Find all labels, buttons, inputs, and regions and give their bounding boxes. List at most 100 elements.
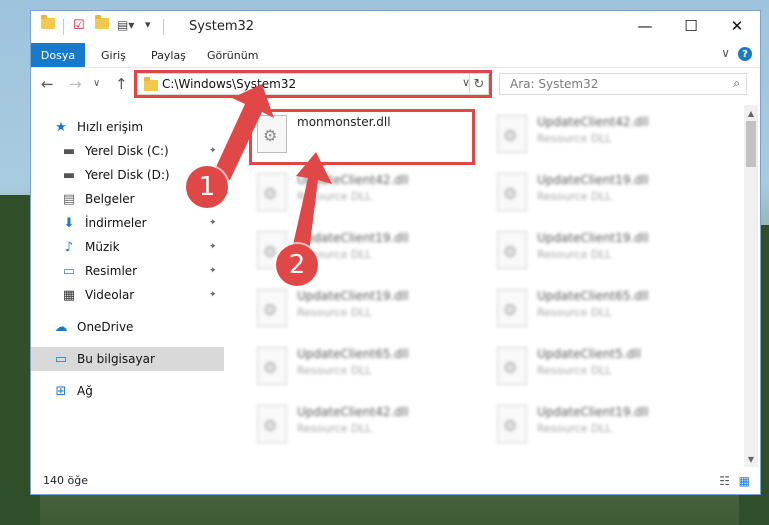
sidebar-item-label: Yerel Disk (C:): [85, 144, 169, 158]
pin-icon[interactable]: ✦: [209, 242, 217, 252]
file-item[interactable]: UpdateClient65.dll Resource DLL: [249, 341, 479, 393]
navigation-pane: ★ Hızlı erişim ▬ Yerel Disk (C:) ✦ ▬ Yerel Dis…: [31, 105, 224, 467]
quick-access-folder-icon[interactable]: [41, 15, 55, 29]
scroll-thumb[interactable]: [746, 121, 756, 167]
toolbar-divider: [63, 19, 64, 35]
file-item[interactable]: UpdateClient19.dll Resource DLL: [489, 167, 719, 219]
step2-badge: 2: [276, 244, 318, 286]
file-type: Resource DLL: [297, 306, 372, 319]
dll-file-icon: [497, 231, 527, 269]
sidebar-item[interactable]: ⬇ İndirmeler ✦: [31, 211, 224, 235]
drive-icon: ▬: [62, 143, 76, 159]
file-name: UpdateClient19.dll: [297, 231, 409, 245]
expand-ribbon-icon[interactable]: ∨: [721, 46, 730, 60]
sidebar-item[interactable]: ▦ Videolar ✦: [31, 283, 224, 307]
search-box[interactable]: Ara: System32 ⌕: [499, 73, 747, 95]
tab-home[interactable]: Giriş: [101, 49, 126, 62]
file-name: UpdateClient65.dll: [297, 347, 409, 361]
sidebar-item[interactable]: ▬ Yerel Disk (C:) ✦: [31, 139, 224, 163]
details-view-icon[interactable]: ☷: [719, 474, 730, 488]
sidebar-item-label: Resimler: [85, 264, 138, 278]
video-icon: ▦: [62, 287, 76, 303]
sidebar-item[interactable]: ♪ Müzik ✦: [31, 235, 224, 259]
tab-file[interactable]: Dosya: [31, 43, 85, 67]
documents-icon: ▤: [62, 191, 76, 207]
properties-icon[interactable]: ☑: [73, 18, 85, 33]
navigation-bar: ← → ∨ ↑ C:\Windows\System32 ∨ ↻ Ara: Sys…: [31, 68, 760, 100]
forward-button[interactable]: →: [69, 75, 82, 93]
close-button[interactable]: ✕: [714, 11, 760, 41]
download-icon: ⬇: [63, 215, 75, 231]
sidebar-item-label: Belgeler: [85, 192, 135, 206]
dll-file-icon: [257, 347, 287, 385]
file-type: Resource DLL: [537, 306, 612, 319]
search-placeholder: Ara: System32: [510, 77, 599, 91]
ribbon-tabs: Dosya Giriş Paylaş Görünüm ∨ ?: [31, 43, 760, 68]
pin-icon[interactable]: ✦: [209, 146, 217, 156]
cloud-icon: ☁: [54, 319, 68, 335]
file-item[interactable]: UpdateClient42.dll Resource DLL: [489, 109, 719, 161]
dll-file-icon: [257, 289, 287, 327]
pin-icon[interactable]: ✦: [209, 266, 217, 276]
sidebar-item-label: Videolar: [85, 288, 135, 302]
file-name: UpdateClient19.dll: [537, 405, 649, 419]
file-item[interactable]: UpdateClient19.dll Resource DLL: [249, 283, 479, 335]
search-icon[interactable]: ⌕: [733, 76, 740, 91]
file-item[interactable]: UpdateClient5.dll Resource DLL: [489, 341, 719, 393]
sidebar-item[interactable]: ⊞ Ağ: [31, 379, 224, 403]
recent-locations-button[interactable]: ∨: [93, 78, 100, 89]
file-name: UpdateClient42.dll: [297, 405, 409, 419]
file-item[interactable]: UpdateClient65.dll Resource DLL: [489, 283, 719, 335]
pin-icon[interactable]: ✦: [209, 290, 217, 300]
dll-file-icon: [497, 289, 527, 327]
scroll-up-icon[interactable]: ▲: [744, 107, 758, 119]
file-type: Resource DLL: [537, 422, 612, 435]
file-name: UpdateClient42.dll: [537, 115, 649, 129]
file-name: UpdateClient19.dll: [297, 289, 409, 303]
pictures-icon: ▭: [62, 263, 76, 279]
maximize-button[interactable]: ☐: [668, 11, 714, 41]
up-button[interactable]: ↑: [115, 75, 128, 93]
large-icons-view-icon[interactable]: ▦: [739, 474, 750, 488]
tab-view[interactable]: Görünüm: [207, 49, 258, 62]
step1-badge: 1: [186, 166, 228, 208]
file-item[interactable]: UpdateClient19.dll Resource DLL: [489, 399, 719, 451]
dll-file-icon: [497, 347, 527, 385]
file-type: Resource DLL: [297, 190, 372, 203]
file-type: Resource DLL: [537, 248, 612, 261]
pin-icon[interactable]: ✦: [209, 218, 217, 228]
sidebar-item-label: Bu bilgisayar: [77, 352, 155, 366]
tab-share[interactable]: Paylaş: [151, 49, 186, 62]
drive-icon: ▬: [62, 167, 76, 183]
explorer-window: ☑ ▤▾ ▾ System32 — ☐ ✕ Dosya Giriş Paylaş…: [30, 10, 761, 495]
sidebar-item[interactable]: ★ Hızlı erişim: [31, 115, 224, 139]
file-item[interactable]: UpdateClient42.dll Resource DLL: [249, 399, 479, 451]
file-type: Resource DLL: [297, 364, 372, 377]
new-folder-icon[interactable]: [95, 15, 109, 29]
file-name: UpdateClient19.dll: [537, 231, 649, 245]
file-name: UpdateClient5.dll: [537, 347, 641, 361]
file-item[interactable]: UpdateClient42.dll Resource DLL: [249, 167, 479, 219]
window-title: System32: [189, 19, 255, 34]
sidebar-item[interactable]: ▭ Bu bilgisayar: [31, 347, 224, 371]
sidebar-item[interactable]: ▭ Resimler ✦: [31, 259, 224, 283]
back-button[interactable]: ←: [41, 75, 54, 93]
file-item[interactable]: UpdateClient19.dll Resource DLL: [489, 225, 719, 277]
vertical-scrollbar[interactable]: ▲ ▼: [744, 105, 758, 467]
quick-access-dropdown-icon[interactable]: ▾: [145, 18, 151, 31]
file-name: UpdateClient65.dll: [537, 289, 649, 303]
file-type: Resource DLL: [537, 132, 612, 145]
address-highlight-box: [134, 70, 492, 98]
customize-toolbar-icon[interactable]: ▤▾: [117, 18, 134, 32]
toolbar-divider: [163, 19, 164, 35]
file-type: Resource DLL: [297, 422, 372, 435]
file-type: Resource DLL: [537, 190, 612, 203]
scroll-down-icon[interactable]: ▼: [744, 453, 758, 465]
sidebar-item[interactable]: ☁ OneDrive: [31, 315, 224, 339]
dll-file-icon: [257, 173, 287, 211]
help-icon[interactable]: ?: [738, 47, 752, 61]
sidebar-item-label: Müzik: [85, 240, 120, 254]
sidebar-item-label: İndirmeler: [85, 216, 147, 230]
file-type: Resource DLL: [537, 364, 612, 377]
minimize-button[interactable]: —: [622, 11, 668, 41]
